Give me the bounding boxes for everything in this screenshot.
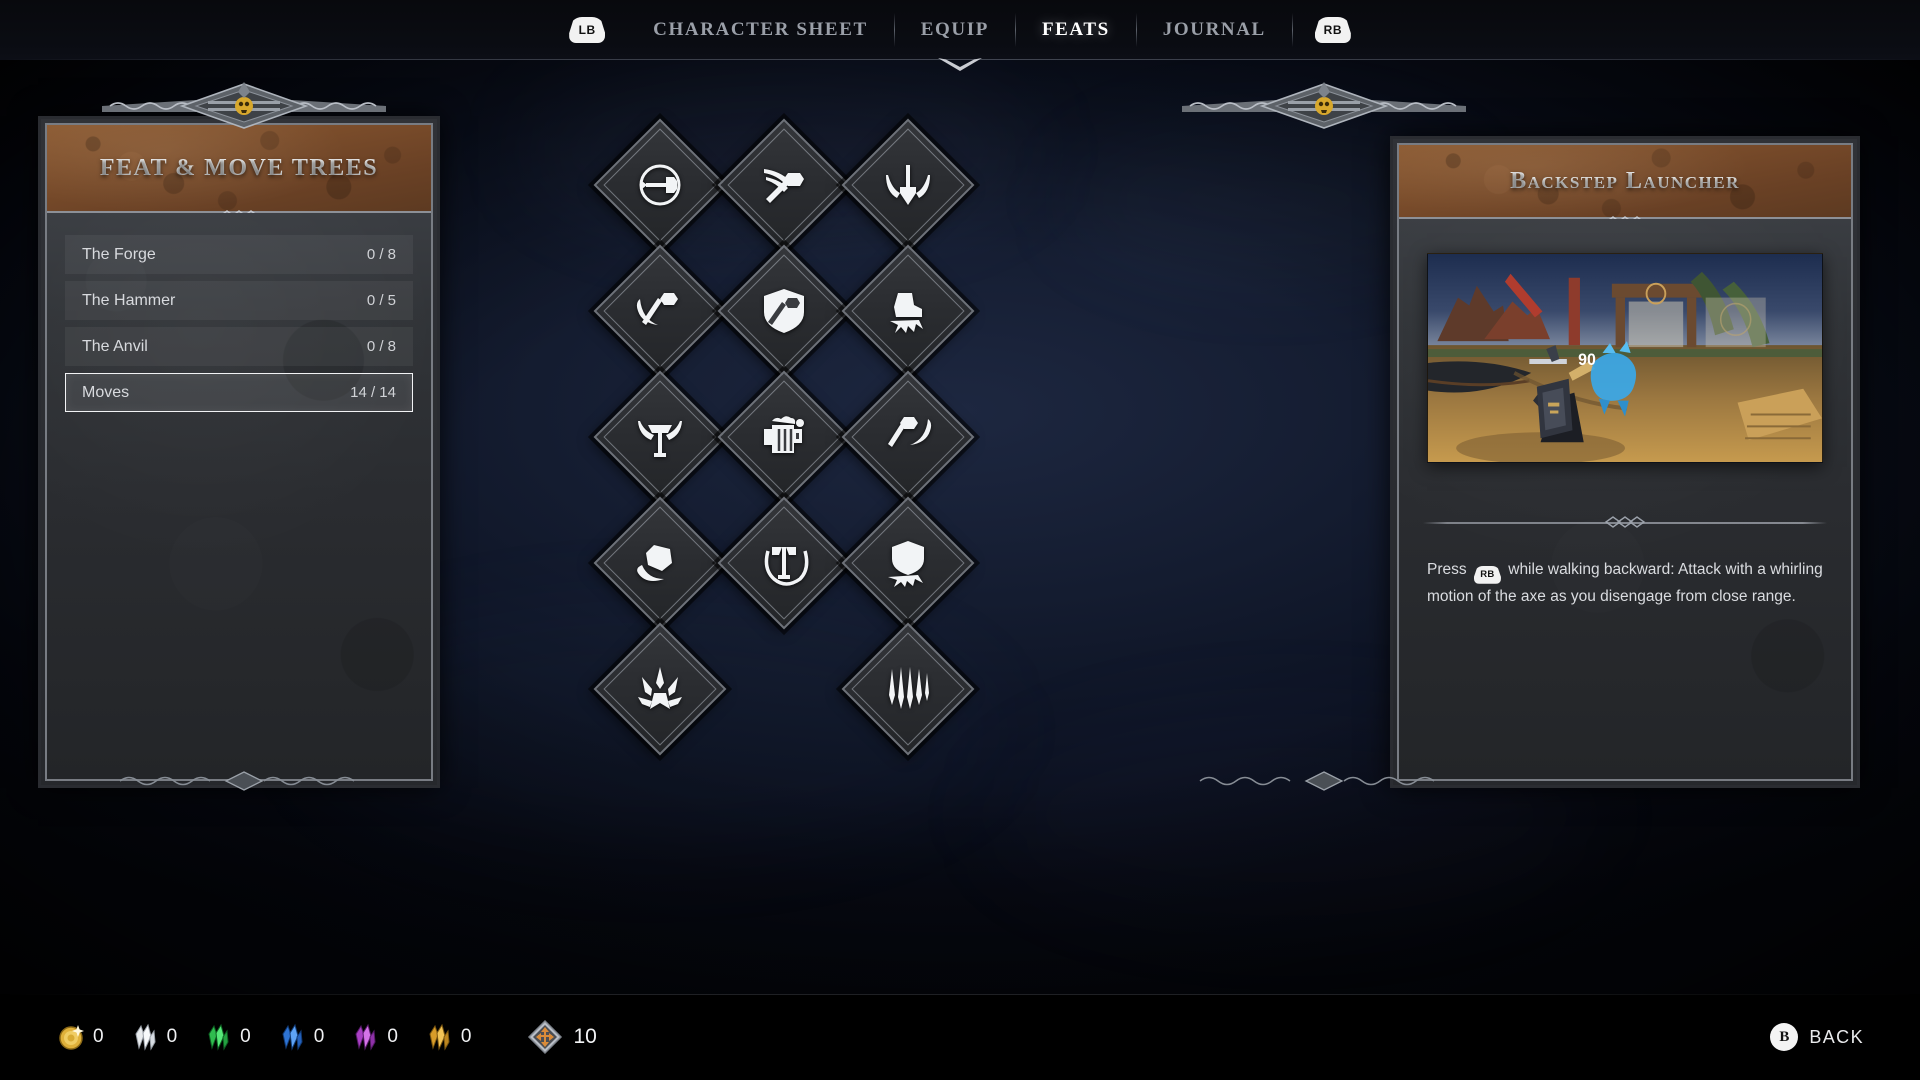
- celtic-knot-icon: [1604, 516, 1646, 528]
- currency-white-crystal: 0: [130, 1022, 178, 1052]
- back-label: BACK: [1809, 1026, 1864, 1047]
- currency-gold-crystal: 0: [424, 1022, 472, 1052]
- list-item-the-forge[interactable]: The Forge 0 / 8: [65, 235, 413, 274]
- shield-axe-icon: [739, 266, 829, 356]
- tree-name: Moves: [82, 383, 130, 401]
- currency-purple-crystal: 0: [350, 1022, 398, 1052]
- blue-crystal-icon: [282, 1023, 303, 1051]
- currency-value: 0: [240, 1026, 251, 1047]
- rock-crescent-icon: [615, 518, 705, 608]
- tree-name: The Hammer: [82, 291, 176, 309]
- top-navigation-bar: LB CHARACTER SHEET EQUIP FEATS JOURNAL R…: [0, 0, 1920, 71]
- skill-node-horned-dagger[interactable]: [841, 118, 975, 252]
- left-panel-body: The Forge 0 / 8 The Hammer 0 / 5 The Anv…: [47, 213, 431, 779]
- ground-slam-icon: [615, 644, 705, 734]
- currency-value: 0: [460, 1026, 472, 1047]
- bottom-status-bar: 0 0 0 0 0 0 10 B BACK: [0, 994, 1920, 1080]
- skill-node-falling-strike[interactable]: [841, 622, 975, 756]
- nav-tabs-container: LB CHARACTER SHEET EQUIP FEATS JOURNAL R…: [547, 0, 1373, 60]
- hammer-circle-icon: [615, 140, 705, 230]
- gold-coin-icon: [59, 1025, 84, 1050]
- skill-node-crescent-axe[interactable]: [593, 244, 727, 378]
- feat-tree-list: The Forge 0 / 8 The Hammer 0 / 5 The Anv…: [65, 235, 413, 419]
- left-panel-title: FEAT & MOVE TREES: [99, 154, 379, 181]
- falling-strike-icon: [863, 644, 953, 734]
- tree-count: 0 / 5: [366, 292, 396, 309]
- purple-crystal-icon: [355, 1023, 376, 1051]
- skill-detail-panel: Backstep Launcher 90 Press RB while walk…: [1390, 136, 1860, 788]
- tree-name: The Anvil: [82, 337, 148, 355]
- list-item-moves[interactable]: Moves 14 / 14: [65, 373, 413, 412]
- feat-points-value: 10: [573, 1025, 597, 1048]
- currency-value: 0: [387, 1026, 398, 1047]
- list-item-the-anvil[interactable]: The Anvil 0 / 8: [65, 327, 413, 366]
- skill-node-boot-stomp[interactable]: [841, 244, 975, 378]
- feat-points-display: 10: [527, 1019, 597, 1055]
- currency-value: 0: [93, 1026, 104, 1047]
- skill-preview-image: 90: [1427, 253, 1823, 463]
- skill-description: Press RB while walking backward: Attack …: [1427, 557, 1823, 609]
- desc-prefix: Press: [1427, 561, 1471, 578]
- crescent-axe-icon: [615, 266, 705, 356]
- spin-axe-icon: [739, 518, 829, 608]
- tab-character-sheet[interactable]: CHARACTER SHEET: [627, 0, 894, 60]
- skill-node-rock-crescent[interactable]: [593, 496, 727, 630]
- detail-knot-divider: [1423, 516, 1827, 528]
- currency-tray: 0 0 0 0 0 0 10: [0, 1019, 597, 1055]
- panel-inner: FEAT & MOVE TREES The Forge 0 / 8 The Ha…: [45, 123, 433, 781]
- skill-preview-container: 90: [1427, 253, 1823, 463]
- skill-node-hammer-circle[interactable]: [593, 118, 727, 252]
- axe-swipe-icon: [739, 140, 829, 230]
- tab-equip[interactable]: EQUIP: [895, 0, 1015, 60]
- active-tab-indicator-icon: [938, 58, 982, 71]
- shield-bash-icon: [863, 518, 953, 608]
- feat-move-trees-panel: FEAT & MOVE TREES The Forge 0 / 8 The Ha…: [38, 116, 440, 788]
- currency-blue-crystal: 0: [277, 1022, 325, 1052]
- right-panel-body: 90 Press RB while walking backward: Atta…: [1399, 219, 1851, 779]
- skill-node-ground-slam[interactable]: [593, 622, 727, 756]
- beer-mug-icon: [739, 392, 829, 482]
- tab-feats[interactable]: FEATS: [1016, 0, 1136, 60]
- boot-stomp-icon: [863, 266, 953, 356]
- horned-dagger-icon: [863, 140, 953, 230]
- skill-node-axe-swipe[interactable]: [717, 118, 851, 252]
- rb-bumper-icon: RB: [1473, 565, 1501, 584]
- gold-crystal-icon: [429, 1023, 450, 1051]
- skill-node-uppercut-axe[interactable]: [841, 370, 975, 504]
- tree-count: 0 / 8: [366, 246, 396, 263]
- skill-node-shield-bash[interactable]: [841, 496, 975, 630]
- feat-point-icon: [528, 1019, 563, 1055]
- currency-value: 0: [313, 1026, 325, 1047]
- currency-green-crystal: 0: [203, 1022, 251, 1052]
- skill-tree-canvas: [560, 60, 1360, 820]
- tab-journal[interactable]: JOURNAL: [1137, 0, 1292, 60]
- skill-node-spin-axe[interactable]: [717, 496, 851, 630]
- skill-title: Backstep Launcher: [1510, 167, 1740, 194]
- b-button-icon: B: [1770, 1023, 1799, 1051]
- scythe-axe-icon: [615, 392, 705, 482]
- green-crystal-icon: [208, 1023, 229, 1051]
- currency-gold: 0: [56, 1022, 104, 1052]
- tree-count: 14 / 14: [350, 384, 396, 401]
- right-panel-header: Backstep Launcher: [1399, 145, 1851, 219]
- skill-node-shield-axe[interactable]: [717, 244, 851, 378]
- white-crystal-icon: [135, 1023, 156, 1051]
- skill-node-scythe-axe[interactable]: [593, 370, 727, 504]
- currency-value: 0: [166, 1026, 178, 1047]
- panel-inner: Backstep Launcher 90 Press RB while walk…: [1397, 143, 1853, 781]
- left-panel-header: FEAT & MOVE TREES: [47, 125, 431, 213]
- back-button[interactable]: B BACK: [1770, 1023, 1864, 1051]
- tree-name: The Forge: [82, 245, 156, 263]
- tree-count: 0 / 8: [366, 338, 396, 355]
- left-bumper-icon[interactable]: LB: [569, 17, 606, 43]
- list-item-the-hammer[interactable]: The Hammer 0 / 5: [65, 281, 413, 320]
- uppercut-axe-icon: [863, 392, 953, 482]
- skill-node-beer-mug[interactable]: [717, 370, 851, 504]
- right-bumper-icon[interactable]: RB: [1314, 17, 1351, 43]
- preview-damage-number: 90: [1578, 351, 1596, 369]
- nav-divider: [1291, 13, 1293, 47]
